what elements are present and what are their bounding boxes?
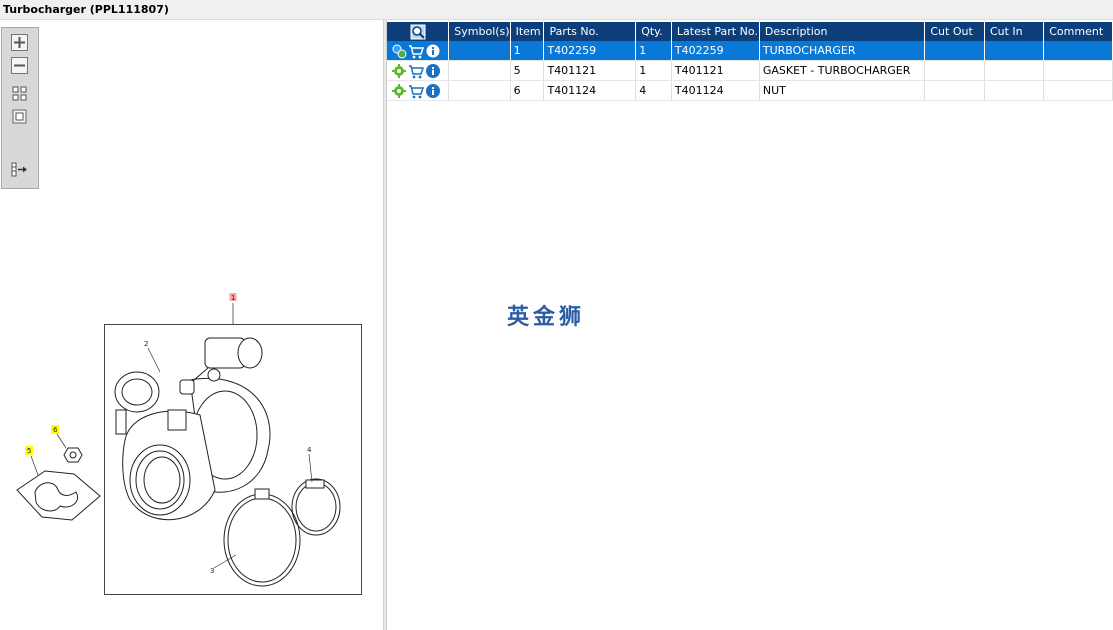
- column-header-symbols[interactable]: Symbol(s): [448, 22, 511, 41]
- exploded-parts-diagram[interactable]: 1 2 3 4 5 6: [0, 20, 383, 630]
- cell-comment: [1043, 60, 1113, 81]
- gear-icon[interactable]: [391, 63, 407, 79]
- diagram-pane[interactable]: 1 2 3 4 5 6: [0, 20, 383, 630]
- row-actions: [387, 60, 450, 81]
- cart-icon[interactable]: [408, 43, 424, 59]
- table-row[interactable]: 1 T402259 1 T402259 TURBOCHARGER: [387, 41, 1113, 61]
- callout-4[interactable]: 4: [307, 446, 312, 454]
- cell-qty: 4: [635, 80, 672, 101]
- table-header-row: Symbol(s) Item Parts No. Qty. Latest Par…: [387, 22, 1113, 41]
- cell-item: 1: [510, 41, 545, 61]
- cell-latest-part-no: T402259: [671, 41, 760, 61]
- search-parts-icon: [410, 24, 426, 39]
- column-header-comment[interactable]: Comment: [1043, 22, 1113, 41]
- gear-icon[interactable]: [391, 83, 407, 99]
- callout-5[interactable]: 5: [27, 447, 31, 455]
- cell-latest-part-no: T401121: [671, 60, 760, 81]
- parts-list-pane: Symbol(s) Item Parts No. Qty. Latest Par…: [387, 20, 1113, 630]
- cell-symbols: [448, 80, 511, 101]
- column-header-cut-in[interactable]: Cut In: [984, 22, 1045, 41]
- table-row[interactable]: 6 T401124 4 T401124 NUT: [387, 80, 1113, 101]
- parts-table: Symbol(s) Item Parts No. Qty. Latest Par…: [387, 22, 1113, 101]
- cell-cut-out: [924, 80, 985, 101]
- cell-description: TURBOCHARGER: [759, 41, 926, 61]
- cell-cut-in: [984, 60, 1045, 81]
- cell-description: NUT: [759, 80, 926, 101]
- cell-symbols: [448, 60, 511, 81]
- column-header-cut-out[interactable]: Cut Out: [924, 22, 985, 41]
- column-header-item[interactable]: Item: [510, 22, 545, 41]
- cell-comment: [1043, 41, 1113, 61]
- cell-comment: [1043, 80, 1113, 101]
- cell-cut-out: [924, 60, 985, 81]
- replacement-parts-icon[interactable]: [391, 43, 407, 59]
- callout-1[interactable]: 1: [231, 294, 235, 302]
- cell-qty: 1: [635, 41, 672, 61]
- cell-description: GASKET - TURBOCHARGER: [759, 60, 926, 81]
- cell-latest-part-no: T401124: [671, 80, 760, 101]
- cell-item: 6: [510, 80, 545, 101]
- cell-part-no: T401121: [543, 60, 637, 81]
- cell-part-no: T401124: [543, 80, 637, 101]
- column-header-qty[interactable]: Qty.: [635, 22, 672, 41]
- callout-3[interactable]: 3: [210, 567, 214, 575]
- cell-qty: 1: [635, 60, 672, 81]
- table-row[interactable]: 5 T401121 1 T401121 GASKET - TURBOCHARGE…: [387, 60, 1113, 81]
- cell-cut-out: [924, 41, 985, 61]
- cell-part-no: T402259: [543, 41, 637, 61]
- column-header-actions[interactable]: [387, 22, 450, 41]
- column-header-description[interactable]: Description: [759, 22, 926, 41]
- info-icon[interactable]: [425, 43, 441, 59]
- cart-icon[interactable]: [408, 83, 424, 99]
- cell-symbols: [448, 41, 511, 61]
- info-icon[interactable]: [425, 63, 441, 79]
- cart-icon[interactable]: [408, 63, 424, 79]
- callout-6[interactable]: 6: [53, 426, 58, 434]
- row-actions: [387, 41, 450, 61]
- column-header-latest-part-no[interactable]: Latest Part No.: [671, 22, 760, 41]
- watermark-text: 英金狮: [507, 305, 586, 330]
- cell-cut-in: [984, 41, 1045, 61]
- callout-2[interactable]: 2: [144, 340, 148, 348]
- cell-cut-in: [984, 80, 1045, 101]
- window-title: Turbocharger (PPL111807): [0, 0, 1113, 20]
- cell-item: 5: [510, 60, 545, 81]
- info-icon[interactable]: [425, 83, 441, 99]
- column-header-parts-no[interactable]: Parts No.: [543, 22, 637, 41]
- row-actions: [387, 80, 450, 101]
